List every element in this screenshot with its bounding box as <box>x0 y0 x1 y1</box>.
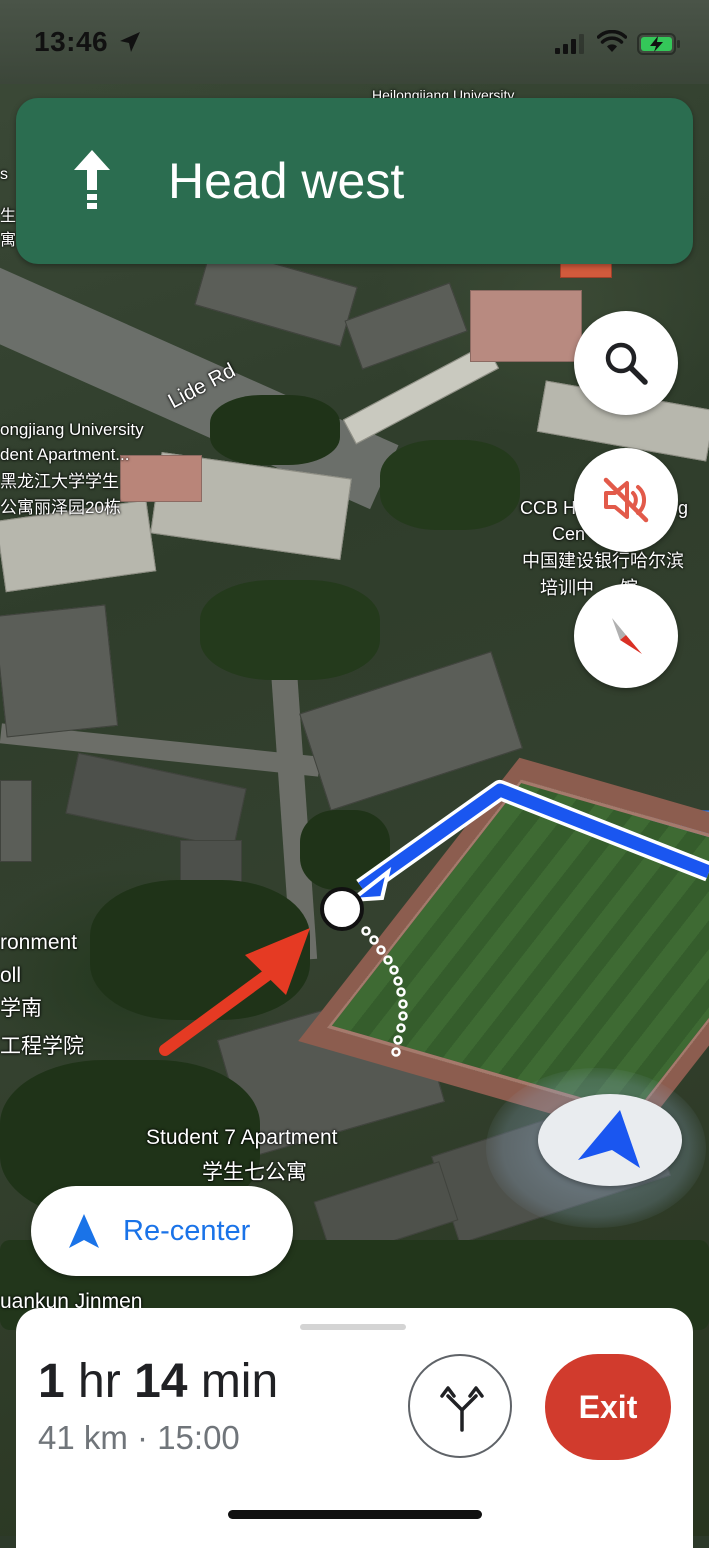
map-label: CCB H <box>520 498 577 518</box>
map-label: dent Apartment... <box>0 445 130 464</box>
mute-button[interactable] <box>574 448 678 552</box>
map-label: 学生七公寓 <box>202 1161 307 1184</box>
clock: 13:46 <box>34 26 109 57</box>
alternate-routes-icon <box>440 1386 484 1432</box>
map-label: Student 7 Apartment <box>146 1126 338 1149</box>
building <box>65 752 247 850</box>
map-label: 中国建设银行哈尔滨 <box>522 551 684 571</box>
alternate-routes-button[interactable] <box>408 1354 512 1458</box>
direction-banner[interactable]: Head west <box>16 98 693 264</box>
search-button[interactable] <box>574 311 678 415</box>
home-indicator[interactable] <box>228 1510 482 1519</box>
eta-minutes: 14 <box>134 1355 188 1408</box>
map-label: ronment <box>0 931 78 954</box>
maneuver-instruction: Head west <box>168 153 405 209</box>
map-label: ongjiang University <box>0 420 144 439</box>
trip-distance-arrival: 41 km · 15:00 <box>38 1419 240 1456</box>
current-location-puck[interactable] <box>538 1094 682 1186</box>
map-label: 黑龙江大学学生 <box>0 472 119 491</box>
plaza <box>470 290 582 362</box>
trees <box>300 810 390 890</box>
recenter-button[interactable]: Re-center <box>31 1186 293 1276</box>
eta-duration: 1 hr 14 min <box>38 1354 278 1410</box>
trees <box>200 580 380 680</box>
map-label: 生 <box>0 208 17 225</box>
map-label: 工程学院 <box>0 1035 84 1058</box>
recenter-label: Re-center <box>123 1215 251 1247</box>
red-roof <box>560 262 612 278</box>
straight-arrow-icon <box>74 150 110 209</box>
navigation-arrow-icon <box>578 1110 640 1168</box>
map-label: oll <box>0 964 22 987</box>
map-label: 公寓丽泽园20栋 <box>0 498 121 517</box>
volume-muted-icon <box>603 477 649 523</box>
map-label: s <box>0 166 8 183</box>
eta-hours: 1 <box>38 1355 65 1408</box>
sheet-grabber[interactable] <box>300 1324 406 1330</box>
navigation-arrow-icon <box>69 1214 99 1248</box>
eta-hours-unit: hr <box>78 1355 121 1408</box>
status-bar: 13:46 <box>0 0 709 84</box>
cellular-signal-icon <box>555 34 584 54</box>
trees <box>210 395 340 465</box>
exit-navigation-button[interactable]: Exit <box>545 1354 671 1460</box>
location-services-icon <box>120 32 140 52</box>
building <box>0 780 32 862</box>
map-label: 学南 <box>0 997 42 1020</box>
court <box>120 455 202 502</box>
map-label: 寓 <box>0 232 17 249</box>
building <box>344 282 468 370</box>
compass-button[interactable] <box>574 584 678 688</box>
map-label: 培训中 <box>540 578 594 598</box>
eta-minutes-unit: min <box>200 1355 279 1408</box>
trees <box>90 880 310 1020</box>
battery-charging-icon <box>637 33 680 55</box>
wifi-icon <box>597 30 627 52</box>
search-icon <box>605 342 648 385</box>
map-label: g <box>678 498 689 518</box>
trees <box>380 440 520 530</box>
compass-icon <box>612 618 642 654</box>
building <box>0 604 119 738</box>
